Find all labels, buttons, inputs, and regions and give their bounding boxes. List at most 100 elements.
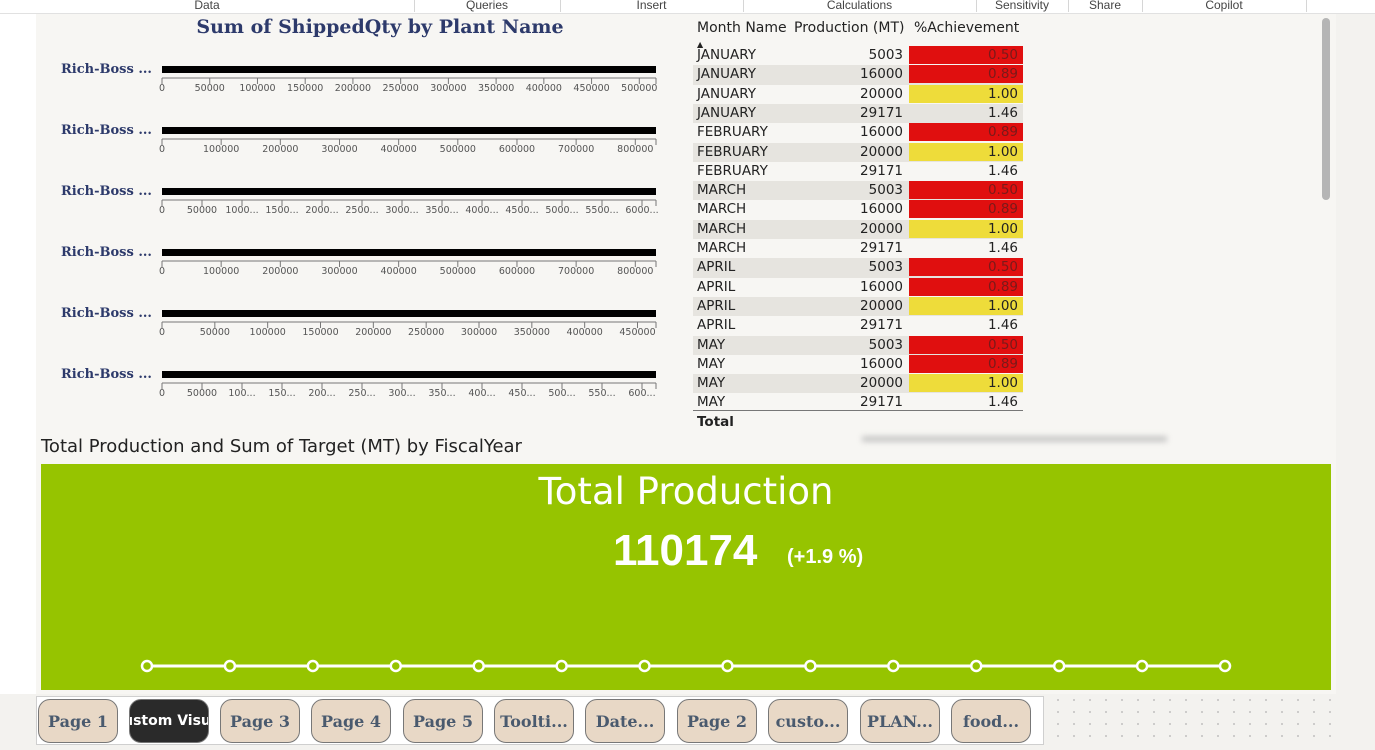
tick-label: 200000 (262, 266, 298, 277)
trend-point[interactable] (1218, 659, 1232, 673)
ribbon-group-share[interactable]: Share (1068, 0, 1143, 12)
table-row[interactable]: JANUARY 29171 1.46 (693, 103, 1023, 124)
ribbon-group-insert[interactable]: Insert (560, 0, 744, 12)
table-row[interactable]: MAY 20000 1.00 (693, 374, 1023, 394)
table-row[interactable]: APRIL 20000 1.00 (693, 296, 1023, 317)
tick-label: 300... (388, 388, 415, 399)
table-row[interactable]: JANUARY 16000 0.89 (693, 65, 1023, 85)
header-production[interactable]: Production (MT) (794, 20, 905, 36)
page-tab[interactable]: Custom Visual (129, 699, 209, 743)
tick-label: 700000 (558, 266, 594, 277)
table-row[interactable]: MARCH 5003 0.50 (693, 181, 1023, 201)
table-row[interactable]: APRIL 29171 1.46 (693, 316, 1023, 335)
page-tab[interactable]: Page 2 (677, 699, 757, 743)
achievement-cell: 0.50 (909, 335, 1023, 354)
table-row[interactable]: MAY 16000 0.89 (693, 354, 1023, 374)
trend-point[interactable] (804, 659, 817, 673)
header-achievement[interactable]: %Achievement (914, 20, 1019, 36)
page-tab[interactable]: Date... (585, 699, 665, 743)
table-row[interactable]: MARCH 29171 1.46 (693, 239, 1023, 258)
month-cell: MAY (697, 394, 726, 411)
tick-label: 50000 (200, 327, 230, 338)
table-row[interactable]: FEBRUARY 29171 1.46 (693, 162, 1023, 181)
table-row[interactable]: JANUARY 20000 1.00 (693, 84, 1023, 104)
bullet-row[interactable]: Rich-Boss ... 0 50000 100000 150000 200000 250… (61, 62, 657, 94)
month-cell: MAY (697, 336, 726, 353)
bullet-chart[interactable]: Rich-Boss ... 0 50000 100000 150000 200000 250… (36, 50, 686, 420)
page-tab[interactable]: custo... (768, 699, 848, 743)
vertical-scrollbar[interactable] (1322, 18, 1330, 200)
tick-label: 350... (428, 388, 455, 399)
shipped-qty-bar[interactable] (162, 66, 656, 73)
page-tab[interactable]: Toolti... (494, 699, 574, 743)
ribbon-group-calculations[interactable]: Calculations (743, 0, 977, 12)
plant-name-label: Rich-Boss ... (61, 306, 152, 321)
ribbon-group-queries[interactable]: Queries (414, 0, 561, 12)
trend-point[interactable] (306, 659, 320, 673)
trend-point[interactable] (1135, 659, 1149, 673)
tick-label: 6000... (625, 205, 658, 216)
bullet-row[interactable]: Rich-Boss ... 0 50000 100000 150000 200000 250… (61, 306, 657, 338)
page-tab[interactable]: Page 5 (403, 699, 483, 743)
trend-point[interactable] (638, 659, 651, 673)
shipped-qty-bar[interactable] (162, 310, 656, 317)
tick-label: 5000... (545, 205, 578, 216)
shipped-qty-bar[interactable] (162, 249, 656, 256)
table-row[interactable]: APRIL 16000 0.89 (693, 277, 1023, 297)
month-cell: FEBRUARY (697, 143, 768, 160)
tick-label: 550... (588, 388, 615, 399)
table-row[interactable]: MAY 5003 0.50 (693, 335, 1023, 355)
shipped-qty-bar[interactable] (162, 371, 656, 378)
month-cell: JANUARY (697, 66, 756, 83)
tick-label: 200000 (355, 327, 391, 338)
table-row[interactable]: MARCH 20000 1.00 (693, 219, 1023, 239)
tick-label: 300000 (461, 327, 497, 338)
shipped-qty-bar[interactable] (162, 188, 656, 195)
bullet-row[interactable]: Rich-Boss ... 0 100000 200000 300000 400000 50… (61, 123, 657, 155)
tick-label: 200000 (262, 144, 298, 155)
page-tab[interactable]: food... (951, 699, 1031, 743)
page-tab[interactable]: Page 4 (311, 699, 391, 743)
ribbon-group-data[interactable]: Data (0, 0, 415, 12)
tick-label: 300000 (430, 83, 466, 94)
page-tab[interactable]: PLAN... (860, 699, 940, 743)
tick-label: 450... (508, 388, 535, 399)
shipped-qty-bar[interactable] (162, 127, 656, 134)
trend-point[interactable] (223, 659, 237, 673)
bullet-row[interactable]: Rich-Boss ... 0 50000 100... 150... 200... 250… (61, 367, 657, 399)
header-month-name[interactable]: Month Name (697, 20, 787, 36)
table-row[interactable]: JANUARY 5003 0.50 (693, 46, 1023, 65)
trend-point[interactable] (1052, 659, 1066, 673)
page-tab[interactable]: Page 3 (220, 699, 300, 743)
trend-point[interactable] (140, 659, 154, 673)
tick-label: 300000 (321, 266, 357, 277)
month-cell: APRIL (697, 259, 736, 276)
bullet-row[interactable]: Rich-Boss ... 0 50000 1000... 1500... 2000...… (61, 184, 659, 216)
table-row[interactable]: APRIL 5003 0.50 (693, 258, 1023, 278)
visual-shadow (862, 436, 1167, 442)
table-row[interactable]: FEBRUARY 20000 1.00 (693, 142, 1023, 162)
table-row[interactable]: MARCH 16000 0.89 (693, 200, 1023, 219)
month-cell: MARCH (697, 240, 747, 256)
trend-point[interactable] (472, 659, 485, 673)
trend-point[interactable] (389, 659, 403, 673)
trend-point[interactable] (969, 659, 983, 673)
trend-point[interactable] (555, 659, 568, 673)
kpi-card[interactable]: Total Production 110174 (+1.9 %) (41, 464, 1331, 690)
page-tabs-navigator: Page 1Custom VisualPage 3Page 4 Page 5Too… (36, 696, 1044, 745)
kpi-trend-line[interactable] (41, 654, 1331, 678)
page-tab[interactable]: Page 1 (38, 699, 118, 743)
table-row[interactable]: FEBRUARY 16000 0.89 (693, 123, 1023, 142)
production-cell: 5003 (868, 336, 903, 353)
trend-point[interactable] (721, 659, 734, 673)
tick-label: 0 (159, 144, 165, 155)
tick-label: 600000 (499, 266, 535, 277)
kpi-section-title: Total Production and Sum of Target (MT) … (41, 436, 522, 457)
trend-point[interactable] (887, 659, 900, 673)
production-table[interactable]: Month Name ▲ Production (MT) %Achievemen… (693, 14, 1033, 434)
bullet-row[interactable]: Rich-Boss ... 0 100000 200000 300000 400000 50… (61, 245, 657, 277)
production-cell: 16000 (860, 355, 903, 372)
ribbon-group-sensitivity[interactable]: Sensitivity (976, 0, 1069, 12)
month-cell: APRIL (697, 278, 736, 295)
ribbon-group-copilot[interactable]: Copilot (1142, 0, 1307, 12)
